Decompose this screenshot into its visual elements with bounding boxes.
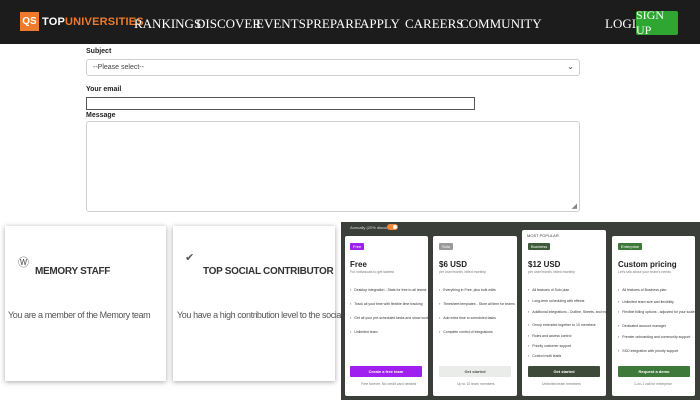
plan-card-free: Free Free For individuals to get started…	[345, 236, 429, 396]
plan-card-enterprise: Enterprise Custom pricing Let's talk abo…	[612, 236, 695, 396]
nav-events[interactable]: EVENTS	[256, 16, 306, 32]
plan-card-business: MOST POPULAR Business $12 USD per user/m…	[522, 230, 610, 396]
plan-footnote: Unlimited team members	[542, 382, 581, 386]
plan-feature: Roles and access control	[528, 334, 571, 338]
plan-feature: Complete control of integrations	[439, 330, 492, 334]
nav-prepare[interactable]: PREPARE	[306, 16, 362, 32]
signup-button[interactable]: SIGN UP	[636, 8, 678, 37]
logo-mark: QS	[20, 12, 39, 31]
plan-feature: Timesheet templates - Store all time for…	[439, 302, 514, 306]
email-field[interactable]	[86, 97, 475, 110]
badge-card-memory-staff: Ⓦ MEMORY STAFF You are a member of the M…	[5, 226, 166, 381]
resize-handle-icon[interactable]: ◢	[572, 202, 577, 210]
billing-toggle[interactable]	[387, 224, 398, 230]
nav-rankings[interactable]: RANKINGS	[134, 16, 201, 32]
logo-text-a: TOP	[42, 15, 66, 28]
message-label: Message	[86, 112, 116, 119]
badge-title: TOP SOCIAL CONTRIBUTOR	[203, 266, 334, 277]
plan-footnote: 1-on-1 call for enterprise	[634, 382, 672, 386]
plan-name: Free	[350, 260, 367, 269]
badge-card-top-social-contributor: ✔ TOP SOCIAL CONTRIBUTOR You have a high…	[173, 226, 373, 381]
plan-subtitle: per user/month, billed monthly	[439, 270, 486, 274]
plan-footnote: Up to 10 team members	[457, 382, 495, 386]
subject-label: Subject	[86, 48, 112, 55]
plan-feature: Priority customer support	[528, 344, 571, 348]
plan-subtitle: Let's talk about your team's needs	[618, 270, 671, 274]
site-logo[interactable]: QS TOPUNIVERSITIES	[20, 12, 144, 31]
plan-feature: Add extra time to scheduled tasks	[439, 316, 496, 320]
most-popular-label: MOST POPULAR	[527, 233, 559, 238]
business-get-started-button[interactable]: Get started	[528, 366, 600, 377]
plan-feature: Additional integrations - Outline, Sheet…	[528, 310, 610, 314]
plan-feature: All features of Solo plan	[528, 288, 569, 292]
plan-tag: Solo	[439, 243, 454, 250]
plan-tag: Enterprise	[618, 243, 643, 250]
plan-feature: Control multi leads	[528, 354, 561, 358]
badge-title: MEMORY STAFF	[35, 266, 111, 277]
plan-name: Custom pricing	[618, 260, 677, 269]
plan-feature: All features of Business plan	[618, 288, 666, 292]
logo-text-b: UNIVERSITIES	[65, 15, 144, 28]
plan-feature: Track all your time with flexible time t…	[350, 302, 422, 306]
nav-apply[interactable]: APPLY	[360, 16, 400, 32]
plan-subtitle: For individuals to get started	[350, 270, 394, 274]
plan-feature: Get all your pre-scheduled tasks and sho…	[350, 316, 429, 320]
plan-feature: Group extended together to 10 members	[528, 323, 595, 327]
nav-community[interactable]: COMMUNITY	[460, 16, 542, 32]
logo-text: TOPUNIVERSITIES	[42, 16, 144, 28]
subject-select[interactable]: --Please select-- ⌄	[86, 59, 580, 76]
message-textarea[interactable]: ◢	[86, 121, 580, 212]
nav-careers[interactable]: CAREERS	[405, 16, 464, 32]
chevron-down-icon: ⌄	[567, 62, 574, 71]
subject-select-value: --Please select--	[93, 64, 144, 71]
plan-feature: Unlimited team size and flexibility	[618, 300, 674, 304]
plan-tag: Free	[350, 243, 365, 250]
request-demo-button[interactable]: Request a demo	[618, 366, 690, 377]
checkmark-badge-icon: ✔	[185, 252, 195, 264]
plan-feature: Premier onboarding and community support	[618, 335, 690, 339]
plan-name: $6 USD	[439, 260, 468, 269]
solo-get-started-button[interactable]: Get started	[439, 366, 511, 377]
plan-subtitle: per user/month, billed monthly	[528, 270, 575, 274]
plan-feature: Long-term scheduling with effects	[528, 299, 584, 303]
create-free-team-button[interactable]: Create a free team	[350, 366, 422, 377]
plan-card-solo: Solo $6 USD per user/month, billed month…	[433, 236, 517, 396]
email-label: Your email	[86, 86, 122, 93]
plan-tag: Business	[528, 243, 551, 250]
plan-feature: Unlimited team	[350, 330, 377, 334]
wordpress-icon: Ⓦ	[18, 257, 29, 269]
plan-feature: Dedicated account manager	[618, 324, 666, 328]
plan-feature: SSO integration with priority support	[618, 349, 678, 353]
plan-feature: Everything in Free, plus bulk edits	[439, 288, 496, 292]
top-navigation-bar: QS TOPUNIVERSITIES RANKINGS DISCOVER EVE…	[0, 0, 700, 44]
plan-feature: Desktop integration - Stats for free to …	[350, 288, 426, 292]
plan-footnote: Free forever. No credit card needed	[361, 382, 417, 386]
plan-name: $12 USD	[528, 260, 561, 269]
badge-description: You are a member of the Memory team	[8, 310, 151, 320]
nav-discover[interactable]: DISCOVER	[196, 16, 261, 32]
plan-feature: Flexible billing options - adjusted for …	[618, 310, 695, 314]
